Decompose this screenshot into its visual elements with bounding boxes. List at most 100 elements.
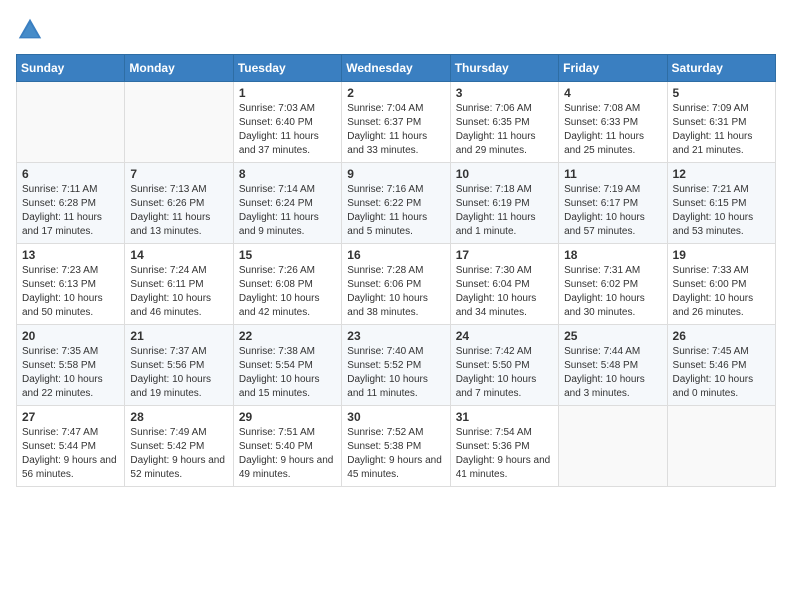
day-detail: Sunrise: 7:49 AMSunset: 5:42 PMDaylight:… xyxy=(130,427,225,480)
calendar-cell: 21 Sunrise: 7:37 AMSunset: 5:56 PMDaylig… xyxy=(125,325,233,406)
day-number: 28 xyxy=(130,410,227,424)
day-number: 29 xyxy=(239,410,336,424)
weekday-header-monday: Monday xyxy=(125,55,233,82)
day-number: 24 xyxy=(456,329,553,343)
day-number: 15 xyxy=(239,248,336,262)
day-number: 2 xyxy=(347,86,444,100)
day-detail: Sunrise: 7:23 AMSunset: 6:13 PMDaylight:… xyxy=(22,265,103,318)
day-number: 27 xyxy=(22,410,119,424)
day-number: 14 xyxy=(130,248,227,262)
day-number: 12 xyxy=(673,167,770,181)
weekday-header-tuesday: Tuesday xyxy=(233,55,341,82)
calendar-cell: 30 Sunrise: 7:52 AMSunset: 5:38 PMDaylig… xyxy=(342,406,450,487)
day-number: 26 xyxy=(673,329,770,343)
day-number: 3 xyxy=(456,86,553,100)
calendar-week-row: 13 Sunrise: 7:23 AMSunset: 6:13 PMDaylig… xyxy=(17,244,776,325)
calendar-cell xyxy=(667,406,775,487)
day-number: 8 xyxy=(239,167,336,181)
calendar-cell: 5 Sunrise: 7:09 AMSunset: 6:31 PMDayligh… xyxy=(667,82,775,163)
calendar-cell: 25 Sunrise: 7:44 AMSunset: 5:48 PMDaylig… xyxy=(559,325,667,406)
day-number: 7 xyxy=(130,167,227,181)
calendar-cell: 15 Sunrise: 7:26 AMSunset: 6:08 PMDaylig… xyxy=(233,244,341,325)
calendar-cell: 18 Sunrise: 7:31 AMSunset: 6:02 PMDaylig… xyxy=(559,244,667,325)
calendar-cell: 31 Sunrise: 7:54 AMSunset: 5:36 PMDaylig… xyxy=(450,406,558,487)
day-detail: Sunrise: 7:16 AMSunset: 6:22 PMDaylight:… xyxy=(347,184,427,237)
calendar-cell: 8 Sunrise: 7:14 AMSunset: 6:24 PMDayligh… xyxy=(233,163,341,244)
day-detail: Sunrise: 7:30 AMSunset: 6:04 PMDaylight:… xyxy=(456,265,537,318)
weekday-header-thursday: Thursday xyxy=(450,55,558,82)
day-number: 4 xyxy=(564,86,661,100)
calendar-cell: 23 Sunrise: 7:40 AMSunset: 5:52 PMDaylig… xyxy=(342,325,450,406)
calendar-cell: 26 Sunrise: 7:45 AMSunset: 5:46 PMDaylig… xyxy=(667,325,775,406)
day-detail: Sunrise: 7:44 AMSunset: 5:48 PMDaylight:… xyxy=(564,346,645,399)
weekday-header-saturday: Saturday xyxy=(667,55,775,82)
day-number: 25 xyxy=(564,329,661,343)
calendar-cell: 3 Sunrise: 7:06 AMSunset: 6:35 PMDayligh… xyxy=(450,82,558,163)
day-detail: Sunrise: 7:18 AMSunset: 6:19 PMDaylight:… xyxy=(456,184,536,237)
day-number: 1 xyxy=(239,86,336,100)
day-detail: Sunrise: 7:33 AMSunset: 6:00 PMDaylight:… xyxy=(673,265,754,318)
day-number: 30 xyxy=(347,410,444,424)
calendar-cell: 17 Sunrise: 7:30 AMSunset: 6:04 PMDaylig… xyxy=(450,244,558,325)
day-detail: Sunrise: 7:51 AMSunset: 5:40 PMDaylight:… xyxy=(239,427,334,480)
calendar-cell: 16 Sunrise: 7:28 AMSunset: 6:06 PMDaylig… xyxy=(342,244,450,325)
calendar-week-row: 27 Sunrise: 7:47 AMSunset: 5:44 PMDaylig… xyxy=(17,406,776,487)
calendar-week-row: 1 Sunrise: 7:03 AMSunset: 6:40 PMDayligh… xyxy=(17,82,776,163)
day-number: 5 xyxy=(673,86,770,100)
day-detail: Sunrise: 7:04 AMSunset: 6:37 PMDaylight:… xyxy=(347,103,427,156)
weekday-header-sunday: Sunday xyxy=(17,55,125,82)
day-number: 11 xyxy=(564,167,661,181)
calendar-cell: 19 Sunrise: 7:33 AMSunset: 6:00 PMDaylig… xyxy=(667,244,775,325)
day-detail: Sunrise: 7:35 AMSunset: 5:58 PMDaylight:… xyxy=(22,346,103,399)
day-detail: Sunrise: 7:03 AMSunset: 6:40 PMDaylight:… xyxy=(239,103,319,156)
day-detail: Sunrise: 7:28 AMSunset: 6:06 PMDaylight:… xyxy=(347,265,428,318)
calendar-cell: 28 Sunrise: 7:49 AMSunset: 5:42 PMDaylig… xyxy=(125,406,233,487)
logo xyxy=(16,16,48,44)
day-detail: Sunrise: 7:45 AMSunset: 5:46 PMDaylight:… xyxy=(673,346,754,399)
calendar-table: SundayMondayTuesdayWednesdayThursdayFrid… xyxy=(16,54,776,487)
day-number: 9 xyxy=(347,167,444,181)
day-number: 17 xyxy=(456,248,553,262)
calendar-cell: 4 Sunrise: 7:08 AMSunset: 6:33 PMDayligh… xyxy=(559,82,667,163)
calendar-cell: 7 Sunrise: 7:13 AMSunset: 6:26 PMDayligh… xyxy=(125,163,233,244)
day-number: 22 xyxy=(239,329,336,343)
day-detail: Sunrise: 7:14 AMSunset: 6:24 PMDaylight:… xyxy=(239,184,319,237)
day-number: 6 xyxy=(22,167,119,181)
day-number: 10 xyxy=(456,167,553,181)
calendar-cell xyxy=(125,82,233,163)
day-detail: Sunrise: 7:52 AMSunset: 5:38 PMDaylight:… xyxy=(347,427,442,480)
day-number: 31 xyxy=(456,410,553,424)
day-detail: Sunrise: 7:31 AMSunset: 6:02 PMDaylight:… xyxy=(564,265,645,318)
calendar-cell: 27 Sunrise: 7:47 AMSunset: 5:44 PMDaylig… xyxy=(17,406,125,487)
day-number: 23 xyxy=(347,329,444,343)
calendar-cell: 11 Sunrise: 7:19 AMSunset: 6:17 PMDaylig… xyxy=(559,163,667,244)
calendar-cell: 20 Sunrise: 7:35 AMSunset: 5:58 PMDaylig… xyxy=(17,325,125,406)
day-detail: Sunrise: 7:11 AMSunset: 6:28 PMDaylight:… xyxy=(22,184,102,237)
day-detail: Sunrise: 7:54 AMSunset: 5:36 PMDaylight:… xyxy=(456,427,551,480)
calendar-cell: 22 Sunrise: 7:38 AMSunset: 5:54 PMDaylig… xyxy=(233,325,341,406)
calendar-cell: 13 Sunrise: 7:23 AMSunset: 6:13 PMDaylig… xyxy=(17,244,125,325)
calendar-cell: 1 Sunrise: 7:03 AMSunset: 6:40 PMDayligh… xyxy=(233,82,341,163)
weekday-header-wednesday: Wednesday xyxy=(342,55,450,82)
day-detail: Sunrise: 7:13 AMSunset: 6:26 PMDaylight:… xyxy=(130,184,210,237)
day-detail: Sunrise: 7:47 AMSunset: 5:44 PMDaylight:… xyxy=(22,427,117,480)
calendar-cell: 24 Sunrise: 7:42 AMSunset: 5:50 PMDaylig… xyxy=(450,325,558,406)
day-number: 20 xyxy=(22,329,119,343)
calendar-week-row: 20 Sunrise: 7:35 AMSunset: 5:58 PMDaylig… xyxy=(17,325,776,406)
calendar-cell: 9 Sunrise: 7:16 AMSunset: 6:22 PMDayligh… xyxy=(342,163,450,244)
calendar-header-row: SundayMondayTuesdayWednesdayThursdayFrid… xyxy=(17,55,776,82)
page-header xyxy=(16,16,776,44)
day-number: 21 xyxy=(130,329,227,343)
calendar-cell: 10 Sunrise: 7:18 AMSunset: 6:19 PMDaylig… xyxy=(450,163,558,244)
calendar-cell xyxy=(559,406,667,487)
calendar-cell xyxy=(17,82,125,163)
day-detail: Sunrise: 7:06 AMSunset: 6:35 PMDaylight:… xyxy=(456,103,536,156)
day-detail: Sunrise: 7:21 AMSunset: 6:15 PMDaylight:… xyxy=(673,184,754,237)
day-number: 16 xyxy=(347,248,444,262)
calendar-cell: 2 Sunrise: 7:04 AMSunset: 6:37 PMDayligh… xyxy=(342,82,450,163)
day-detail: Sunrise: 7:42 AMSunset: 5:50 PMDaylight:… xyxy=(456,346,537,399)
day-detail: Sunrise: 7:40 AMSunset: 5:52 PMDaylight:… xyxy=(347,346,428,399)
calendar-cell: 14 Sunrise: 7:24 AMSunset: 6:11 PMDaylig… xyxy=(125,244,233,325)
weekday-header-friday: Friday xyxy=(559,55,667,82)
logo-icon xyxy=(16,16,44,44)
